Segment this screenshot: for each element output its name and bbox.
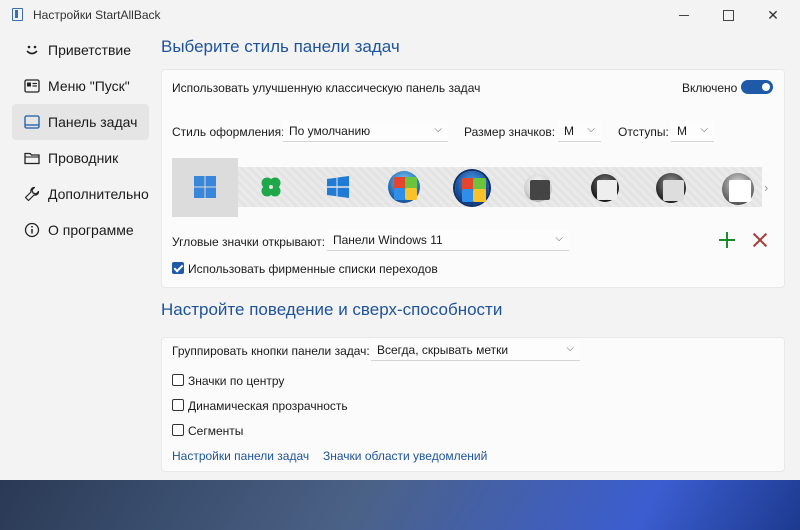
sidebar-item-label: Дополнительно	[48, 186, 149, 202]
section-heading-taskbar-style: Выберите стиль панели задач	[161, 37, 400, 56]
desktop-background	[0, 480, 800, 530]
icon-size-value: M	[564, 124, 574, 138]
smiley-icon	[22, 40, 42, 60]
vista-orb-grey-icon[interactable]	[722, 173, 754, 205]
sidebar-item-about[interactable]: О программе	[12, 212, 149, 248]
win7-orb-alt-icon[interactable]	[455, 171, 489, 205]
sidebar: Приветствие Меню "Пуск" Панель задач Про…	[12, 32, 149, 248]
corner-icons-dropdown[interactable]: Панели Windows 11 ⌵	[327, 230, 569, 251]
center-icons-checkbox[interactable]	[172, 374, 184, 386]
sidebar-item-label: Приветствие	[48, 42, 131, 58]
classic-taskbar-label: Использовать улучшенную классическую пан…	[172, 81, 481, 95]
app-icon	[12, 8, 23, 21]
add-icon[interactable]	[718, 231, 736, 249]
padding-dropdown[interactable]: M ⌵	[671, 121, 714, 142]
padding-value: M	[677, 124, 687, 138]
sidebar-item-start-menu[interactable]: Меню "Пуск"	[12, 68, 149, 104]
corner-icons-label: Угловые значки открывают:	[172, 235, 326, 249]
maximize-button[interactable]	[705, 0, 751, 30]
chevron-right-icon[interactable]: ›	[764, 180, 768, 195]
remove-icon[interactable]	[751, 231, 769, 249]
sidebar-item-label: О программе	[48, 222, 134, 238]
chevron-down-icon: ⌵	[566, 343, 574, 354]
sidebar-item-label: Панель задач	[48, 114, 138, 130]
vista-orb-dark-icon[interactable]	[656, 173, 686, 203]
taskbar-settings-link[interactable]: Настройки панели задач	[172, 449, 309, 463]
win10-logo-icon[interactable]	[326, 175, 350, 199]
group-buttons-label: Группировать кнопки панели задач:	[172, 344, 370, 358]
icon-size-label: Размер значков:	[464, 125, 556, 139]
style-dropdown-value: По умолчанию	[289, 124, 371, 138]
window-title: Настройки StartAllBack	[33, 8, 161, 22]
clover-logo-icon[interactable]	[259, 175, 283, 199]
dynamic-transparency-checkbox[interactable]	[172, 399, 184, 411]
style-label: Стиль оформления:	[172, 125, 285, 139]
segments-label: Сегменты	[188, 424, 244, 438]
taskbar-icon	[22, 112, 42, 132]
group-buttons-dropdown[interactable]: Всегда, скрывать метки ⌵	[371, 340, 580, 361]
toggle-state-label: Включено	[682, 81, 738, 95]
jumplist-label: Использовать фирменные списки переходов	[188, 262, 438, 276]
style-dropdown[interactable]: По умолчанию ⌵	[283, 121, 448, 142]
sidebar-item-welcome[interactable]: Приветствие	[12, 32, 149, 68]
segments-checkbox[interactable]	[172, 424, 184, 436]
section-heading-behavior: Настройте поведение и сверх-способности	[161, 300, 503, 319]
settings-window: Настройки StartAllBack ✕ Приветствие Мен…	[0, 0, 788, 480]
folder-icon	[22, 148, 42, 168]
close-icon: ✕	[767, 6, 779, 23]
sidebar-item-taskbar[interactable]: Панель задач	[12, 104, 149, 140]
chevron-down-icon: ⌵	[700, 124, 708, 135]
sidebar-item-label: Проводник	[48, 150, 119, 166]
minimize-icon	[679, 14, 689, 16]
chevron-down-icon: ⌵	[555, 233, 563, 244]
corner-icons-value: Панели Windows 11	[333, 233, 443, 247]
classic-taskbar-toggle[interactable]	[741, 80, 773, 94]
win7-orb-icon[interactable]	[388, 171, 420, 203]
center-icons-label: Значки по центру	[188, 374, 285, 388]
vista-orb-white-icon[interactable]	[524, 174, 552, 202]
padding-label: Отступы:	[618, 125, 669, 139]
notification-icons-link[interactable]: Значки области уведомлений	[323, 449, 487, 463]
start-menu-icon	[22, 76, 42, 96]
group-buttons-value: Всегда, скрывать метки	[377, 343, 509, 357]
title-bar: Настройки StartAllBack ✕	[0, 0, 800, 30]
close-button[interactable]: ✕	[750, 0, 796, 30]
sidebar-item-advanced[interactable]: Дополнительно	[12, 176, 149, 212]
icon-size-dropdown[interactable]: M ⌵	[558, 121, 601, 142]
maximize-icon	[722, 9, 734, 21]
wrench-icon	[22, 184, 42, 204]
sidebar-item-label: Меню "Пуск"	[48, 78, 130, 94]
win11-logo-icon[interactable]	[193, 175, 217, 199]
info-icon	[22, 220, 42, 240]
sidebar-item-explorer[interactable]: Проводник	[12, 140, 149, 176]
dynamic-transparency-label: Динамическая прозрачность	[188, 399, 348, 413]
vista-orb-black-icon[interactable]	[591, 174, 619, 202]
chevron-down-icon: ⌵	[587, 124, 595, 135]
chevron-down-icon: ⌵	[434, 124, 442, 135]
jumplist-checkbox[interactable]	[172, 262, 184, 274]
minimize-button[interactable]	[661, 0, 707, 30]
